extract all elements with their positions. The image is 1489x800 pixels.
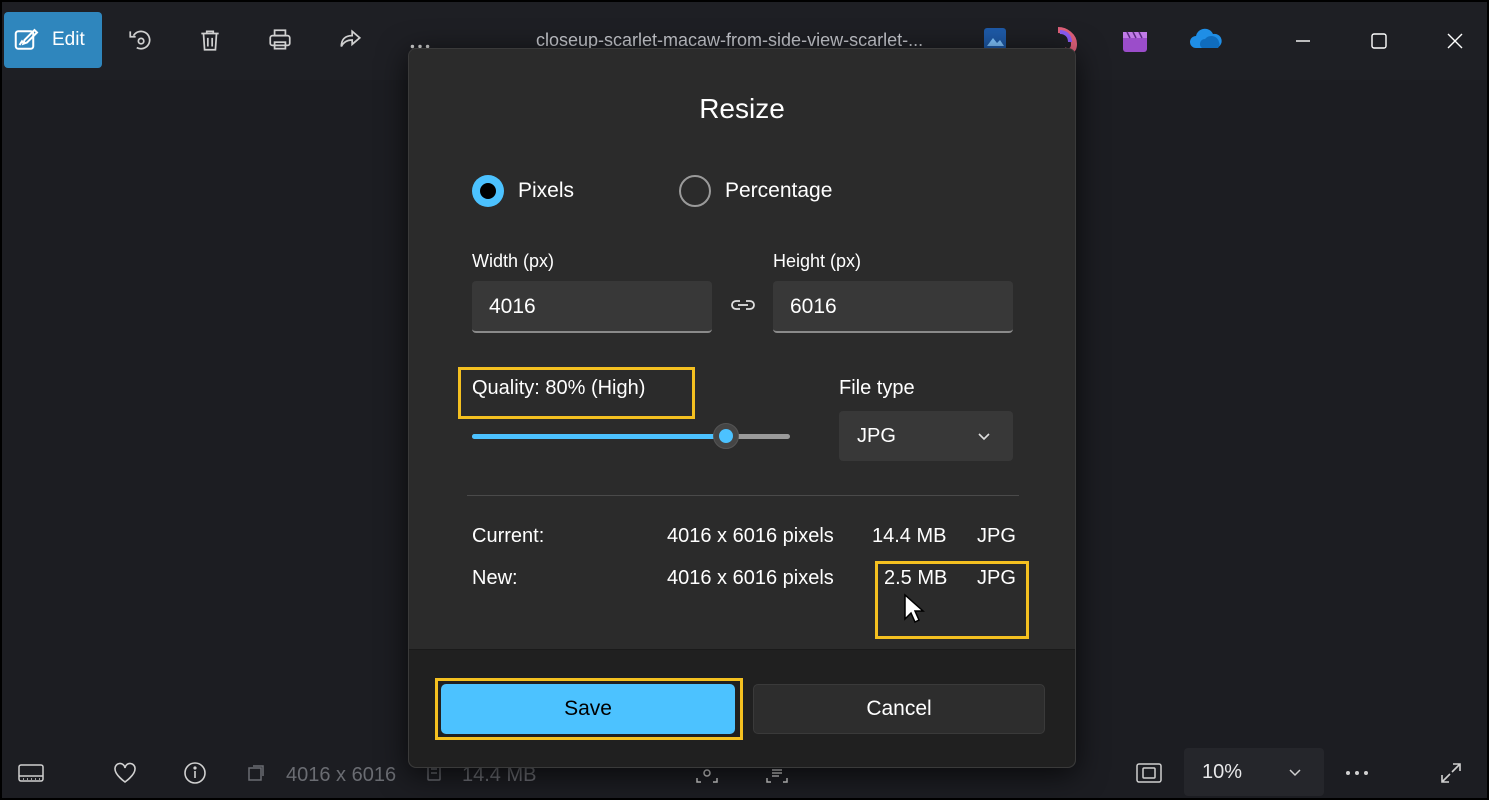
- width-input[interactable]: 4016: [472, 281, 712, 333]
- new-dimensions: 4016 x 6016 pixels: [667, 567, 834, 589]
- video-editor-app-icon[interactable]: [1120, 26, 1150, 56]
- link-aspect-ratio-icon[interactable]: [729, 295, 757, 315]
- current-type: JPG: [977, 525, 1016, 547]
- quality-slider[interactable]: [472, 423, 790, 449]
- width-label: Width (px): [472, 251, 555, 271]
- dialog-title: Resize: [699, 93, 785, 124]
- chevron-down-icon: [1288, 767, 1302, 777]
- resize-dialog: Resize Pixels Percentage Width (px) 4016…: [408, 48, 1076, 768]
- pixels-radio[interactable]: Pixels: [472, 175, 574, 207]
- edit-label: Edit: [52, 29, 85, 50]
- onedrive-icon[interactable]: [1188, 26, 1224, 56]
- radio-checked-icon: [472, 175, 504, 207]
- close-icon[interactable]: [1438, 24, 1472, 58]
- photos-app-window: Edit closeup-scarlet-macaw-from-side-vie…: [0, 0, 1489, 800]
- divider: [467, 495, 1019, 496]
- height-label: Height (px): [773, 251, 862, 271]
- current-label: Current:: [472, 525, 545, 547]
- info-icon[interactable]: [180, 758, 210, 788]
- filetype-dropdown[interactable]: JPG: [839, 411, 1013, 461]
- cancel-button[interactable]: Cancel: [753, 684, 1045, 734]
- print-icon[interactable]: [264, 24, 296, 56]
- fullscreen-icon[interactable]: [1436, 758, 1466, 788]
- dimensions-icon: [244, 758, 268, 788]
- percentage-radio[interactable]: Percentage: [679, 175, 832, 207]
- favorite-heart-icon[interactable]: [110, 758, 140, 788]
- chevron-down-icon: [977, 431, 991, 441]
- quality-slider-thumb[interactable]: [713, 423, 740, 449]
- filetype-value: JPG: [857, 424, 896, 447]
- new-size-highlight-box: [875, 561, 1029, 639]
- height-input[interactable]: 6016: [773, 281, 1013, 333]
- filetype-label: File type: [839, 377, 915, 399]
- maximize-icon[interactable]: [1362, 24, 1396, 58]
- filmstrip-icon[interactable]: [16, 758, 46, 788]
- edit-icon: [12, 25, 42, 55]
- new-label: New:: [472, 567, 518, 589]
- minimize-icon[interactable]: [1286, 24, 1320, 58]
- save-button[interactable]: Save: [441, 684, 735, 734]
- zoom-value: 10%: [1202, 760, 1243, 783]
- pixels-radio-label: Pixels: [518, 179, 575, 202]
- percentage-radio-label: Percentage: [725, 179, 833, 202]
- share-icon[interactable]: [334, 24, 366, 56]
- zoom-dropdown[interactable]: 10%: [1184, 748, 1324, 796]
- radio-unchecked-icon: [679, 175, 711, 207]
- rotate-icon[interactable]: [124, 24, 156, 56]
- edit-button[interactable]: Edit: [4, 12, 102, 68]
- fit-to-window-icon[interactable]: [1134, 758, 1164, 788]
- quality-slider-fill: [472, 434, 727, 439]
- image-dimensions: 4016 x 6016: [286, 764, 397, 786]
- mouse-cursor-icon: [903, 593, 925, 625]
- delete-icon[interactable]: [194, 24, 226, 56]
- quality-label: Quality: 80% (High): [472, 377, 646, 399]
- more-options-icon[interactable]: [1342, 758, 1372, 788]
- current-dimensions: 4016 x 6016 pixels: [667, 525, 834, 547]
- current-size: 14.4 MB: [872, 525, 947, 547]
